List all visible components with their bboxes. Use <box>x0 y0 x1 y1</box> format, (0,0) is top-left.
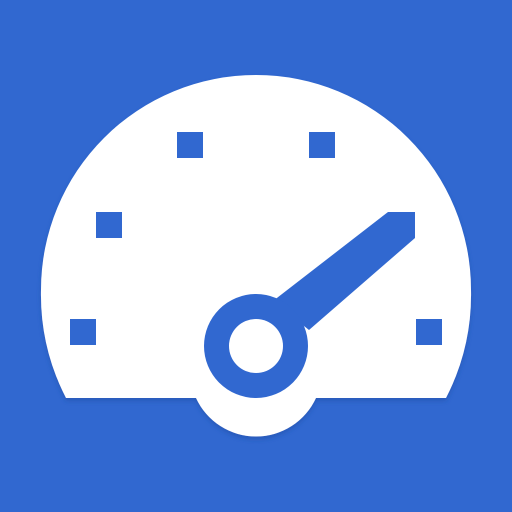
gauge-tick <box>309 132 335 158</box>
gauge-needle-hub-center <box>229 319 283 373</box>
speedometer-icon <box>40 75 472 437</box>
gauge-tick <box>96 212 122 238</box>
app-icon-tile <box>0 0 512 512</box>
gauge-tick <box>70 319 96 345</box>
gauge-tick <box>416 319 442 345</box>
gauge-tick <box>177 132 203 158</box>
